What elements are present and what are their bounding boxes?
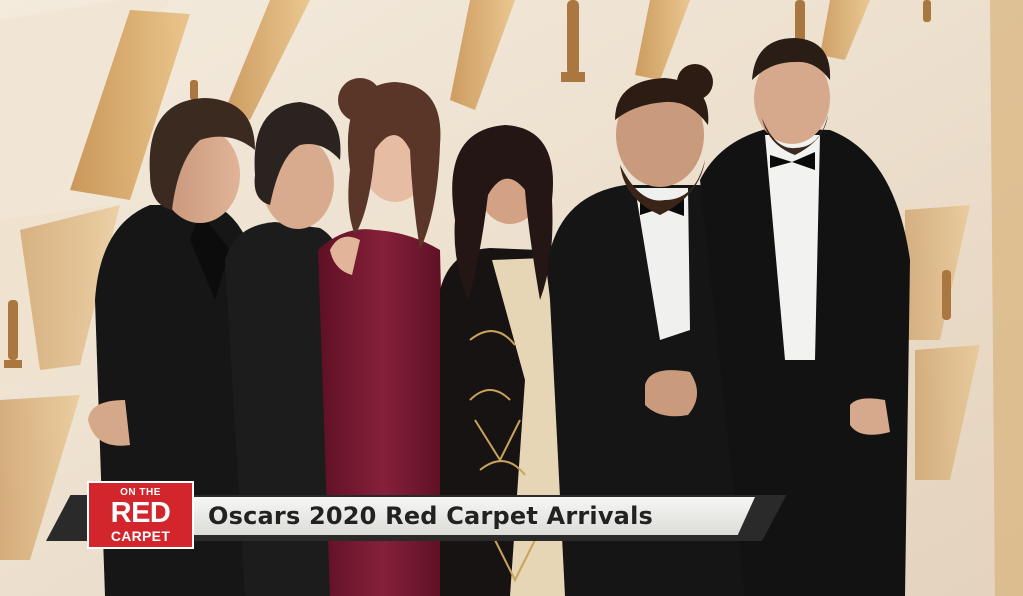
video-frame: Oscars 2020 Red Carpet Arrivals ON THE R… (0, 0, 1023, 596)
red-carpet-photo (0, 0, 1023, 596)
